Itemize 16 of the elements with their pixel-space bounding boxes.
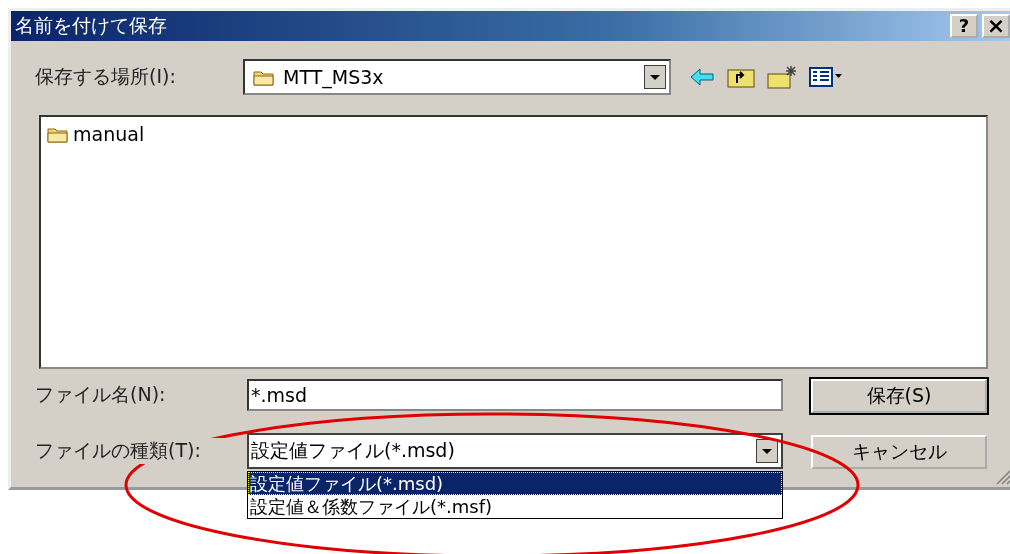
help-button[interactable]: ?: [950, 14, 978, 38]
folder-item[interactable]: manual: [45, 123, 147, 145]
dropdown-option[interactable]: 設定値ファイル(*.msd): [248, 472, 782, 495]
filename-field[interactable]: *.msd: [247, 379, 783, 411]
cancel-button[interactable]: キャンセル: [811, 435, 987, 469]
view-menu-icon[interactable]: [809, 66, 843, 88]
filetype-dropdown[interactable]: 設定値ファイル(*.msd): [247, 433, 783, 469]
new-folder-icon[interactable]: [767, 65, 797, 89]
resize-grip-icon[interactable]: [994, 467, 1010, 485]
dropdown-option[interactable]: 設定値＆係数ファイル(*.msf): [248, 495, 782, 518]
back-arrow-icon[interactable]: [689, 66, 715, 88]
up-folder-icon[interactable]: [727, 66, 755, 88]
save-button[interactable]: 保存(S): [811, 379, 987, 413]
window-title: 名前を付けて保存: [15, 13, 168, 38]
location-dropdown[interactable]: MTT_MS3x: [243, 59, 671, 95]
close-button[interactable]: ×: [982, 14, 1010, 38]
